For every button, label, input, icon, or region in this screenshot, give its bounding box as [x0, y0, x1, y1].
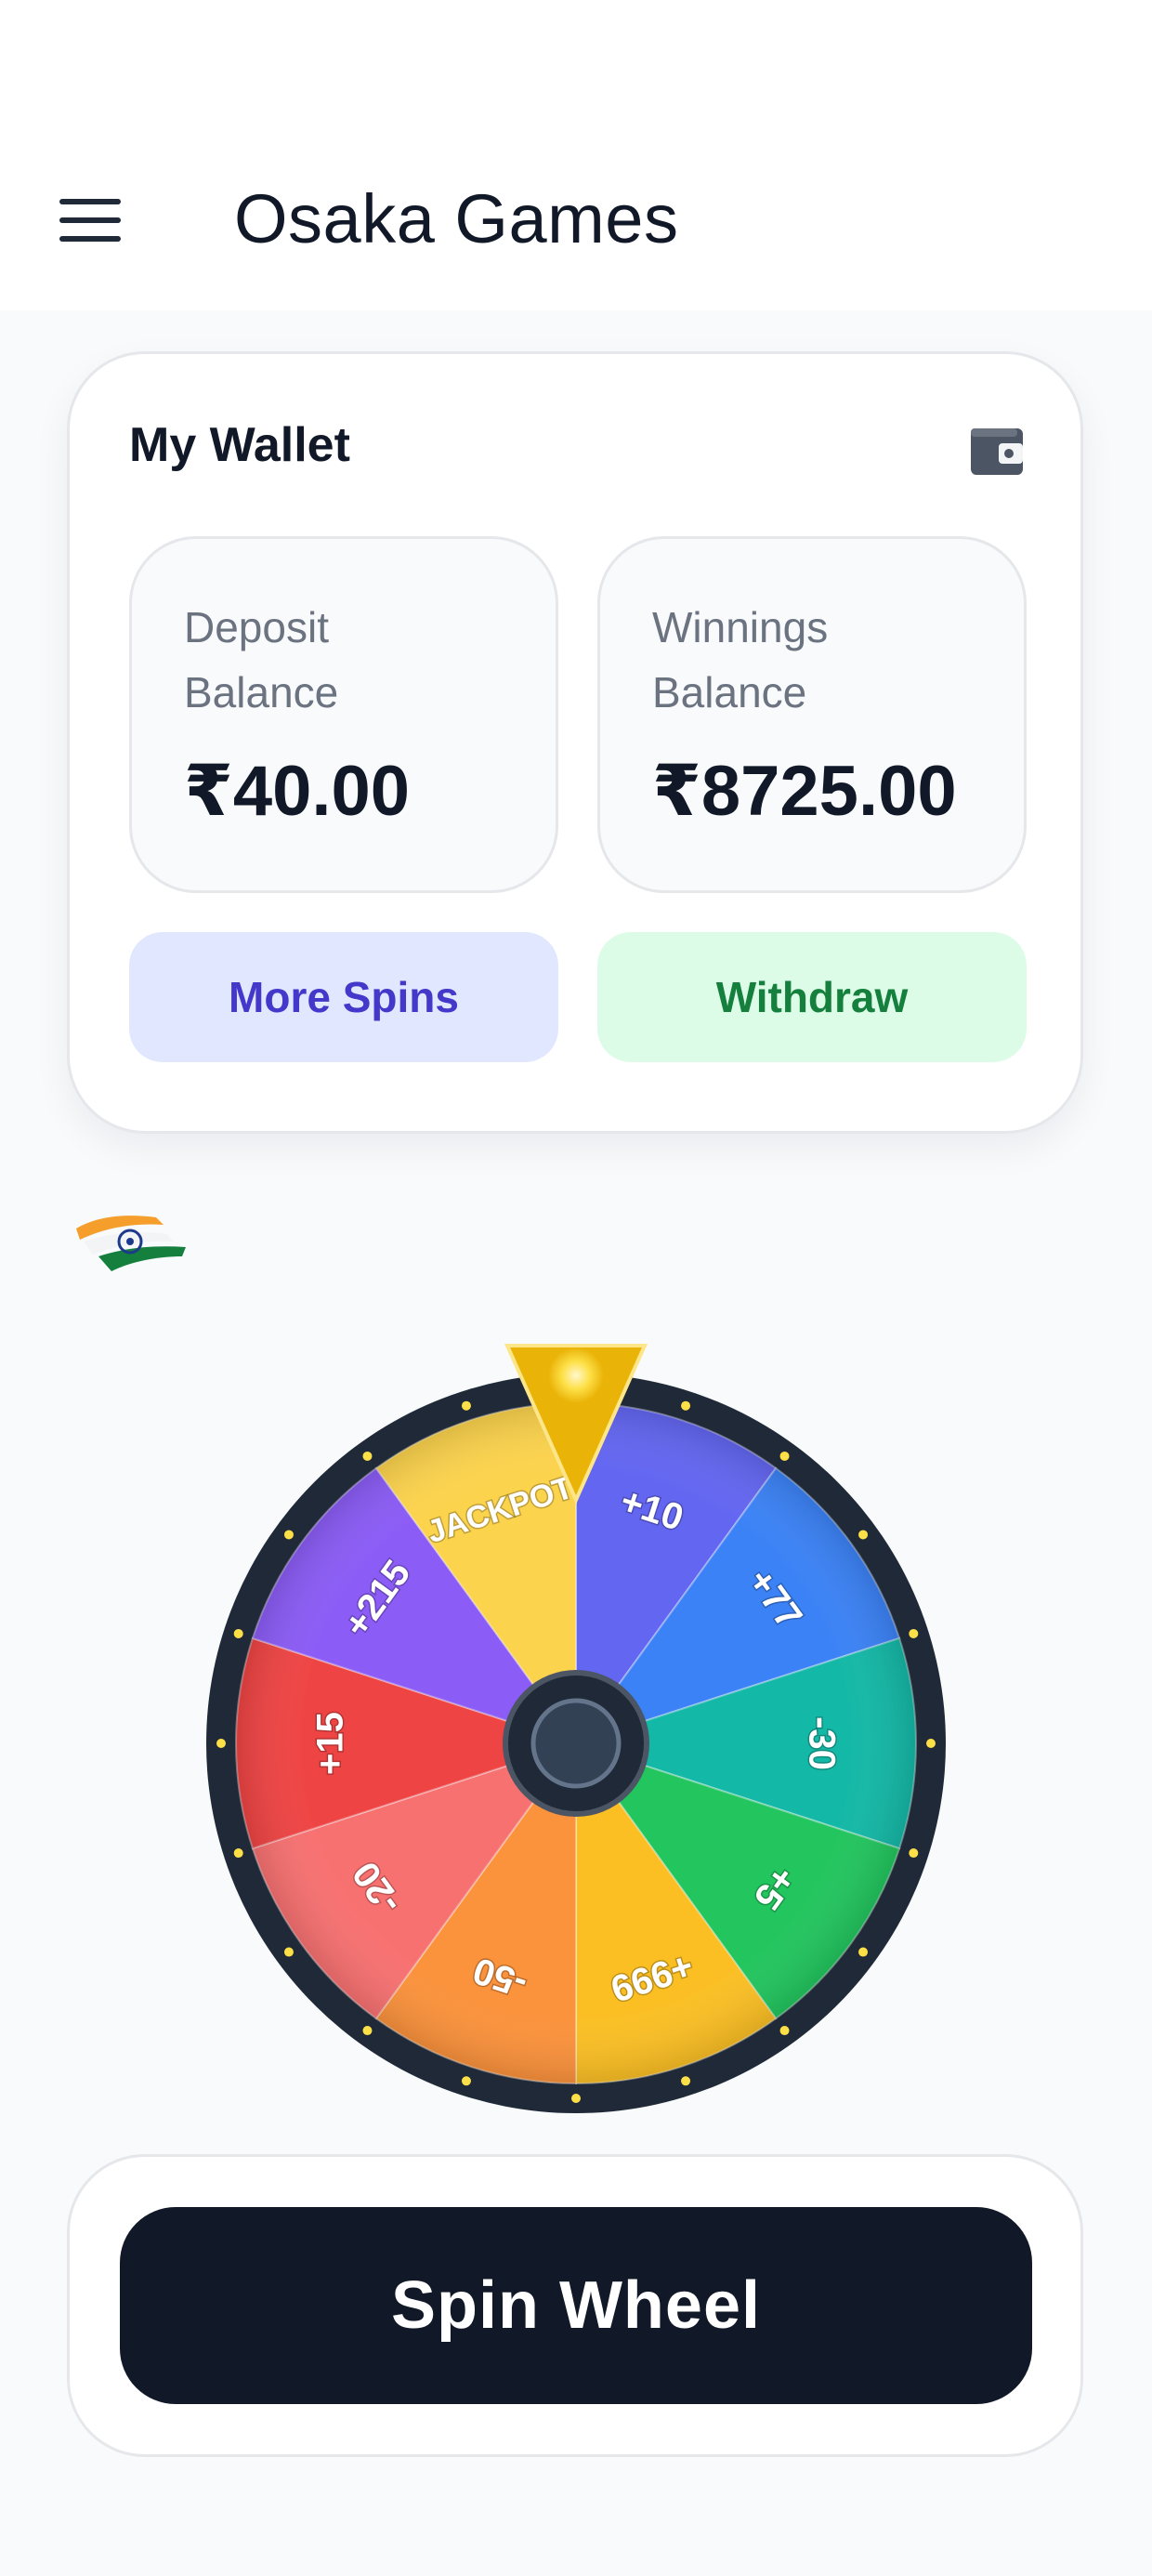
rim-light	[909, 1848, 919, 1859]
rim-light	[858, 1947, 869, 1957]
spin-wheel-button[interactable]: Spin Wheel	[120, 2207, 1032, 2404]
prize-wheel[interactable]: +10+77-30+5+999-50-20+15+215JACKPOT	[201, 1327, 951, 2123]
rim-light	[571, 2094, 581, 2103]
rim-light	[779, 1451, 790, 1461]
deposit-balance-box: Deposit Balance ₹40.00	[129, 536, 558, 893]
rim-light	[858, 1530, 869, 1540]
more-spins-button[interactable]: More Spins	[129, 932, 558, 1062]
hamburger-menu-icon[interactable]	[59, 199, 121, 242]
rim-light	[681, 2076, 691, 2086]
winnings-balance-box: Winnings Balance ₹8725.00	[597, 536, 1027, 893]
wallet-icon	[971, 428, 1023, 475]
rim-light	[461, 1400, 471, 1411]
rim-light	[362, 2026, 373, 2036]
rim-light	[233, 1628, 243, 1638]
rim-light	[926, 1739, 936, 1748]
wallet-title: My Wallet	[129, 418, 350, 472]
rim-light	[909, 1628, 919, 1638]
wallet-card: My Wallet Deposit Balance ₹40.00 Winning…	[67, 351, 1083, 1134]
wheel-segment-label: +15	[310, 1712, 351, 1775]
rim-light	[362, 1451, 373, 1461]
app-header: Osaka Games	[0, 0, 1152, 310]
rim-light	[779, 2026, 790, 2036]
spin-card: Spin Wheel	[67, 2154, 1083, 2457]
india-flag-icon	[76, 1216, 186, 1271]
winnings-balance-label: Winnings Balance	[652, 603, 829, 716]
rim-light	[216, 1739, 226, 1748]
deposit-balance-label: Deposit Balance	[184, 603, 339, 716]
rim-light	[461, 2076, 471, 2086]
rim-light	[233, 1848, 243, 1859]
rim-light	[681, 1400, 691, 1411]
withdraw-button[interactable]: Withdraw	[597, 932, 1027, 1062]
app-title: Osaka Games	[234, 180, 679, 257]
winnings-balance-value: ₹8725.00	[652, 752, 957, 831]
rim-light	[283, 1947, 294, 1957]
wheel-segment-label: -30	[801, 1716, 842, 1770]
rim-light	[283, 1530, 294, 1540]
deposit-balance-value: ₹40.00	[184, 752, 411, 831]
